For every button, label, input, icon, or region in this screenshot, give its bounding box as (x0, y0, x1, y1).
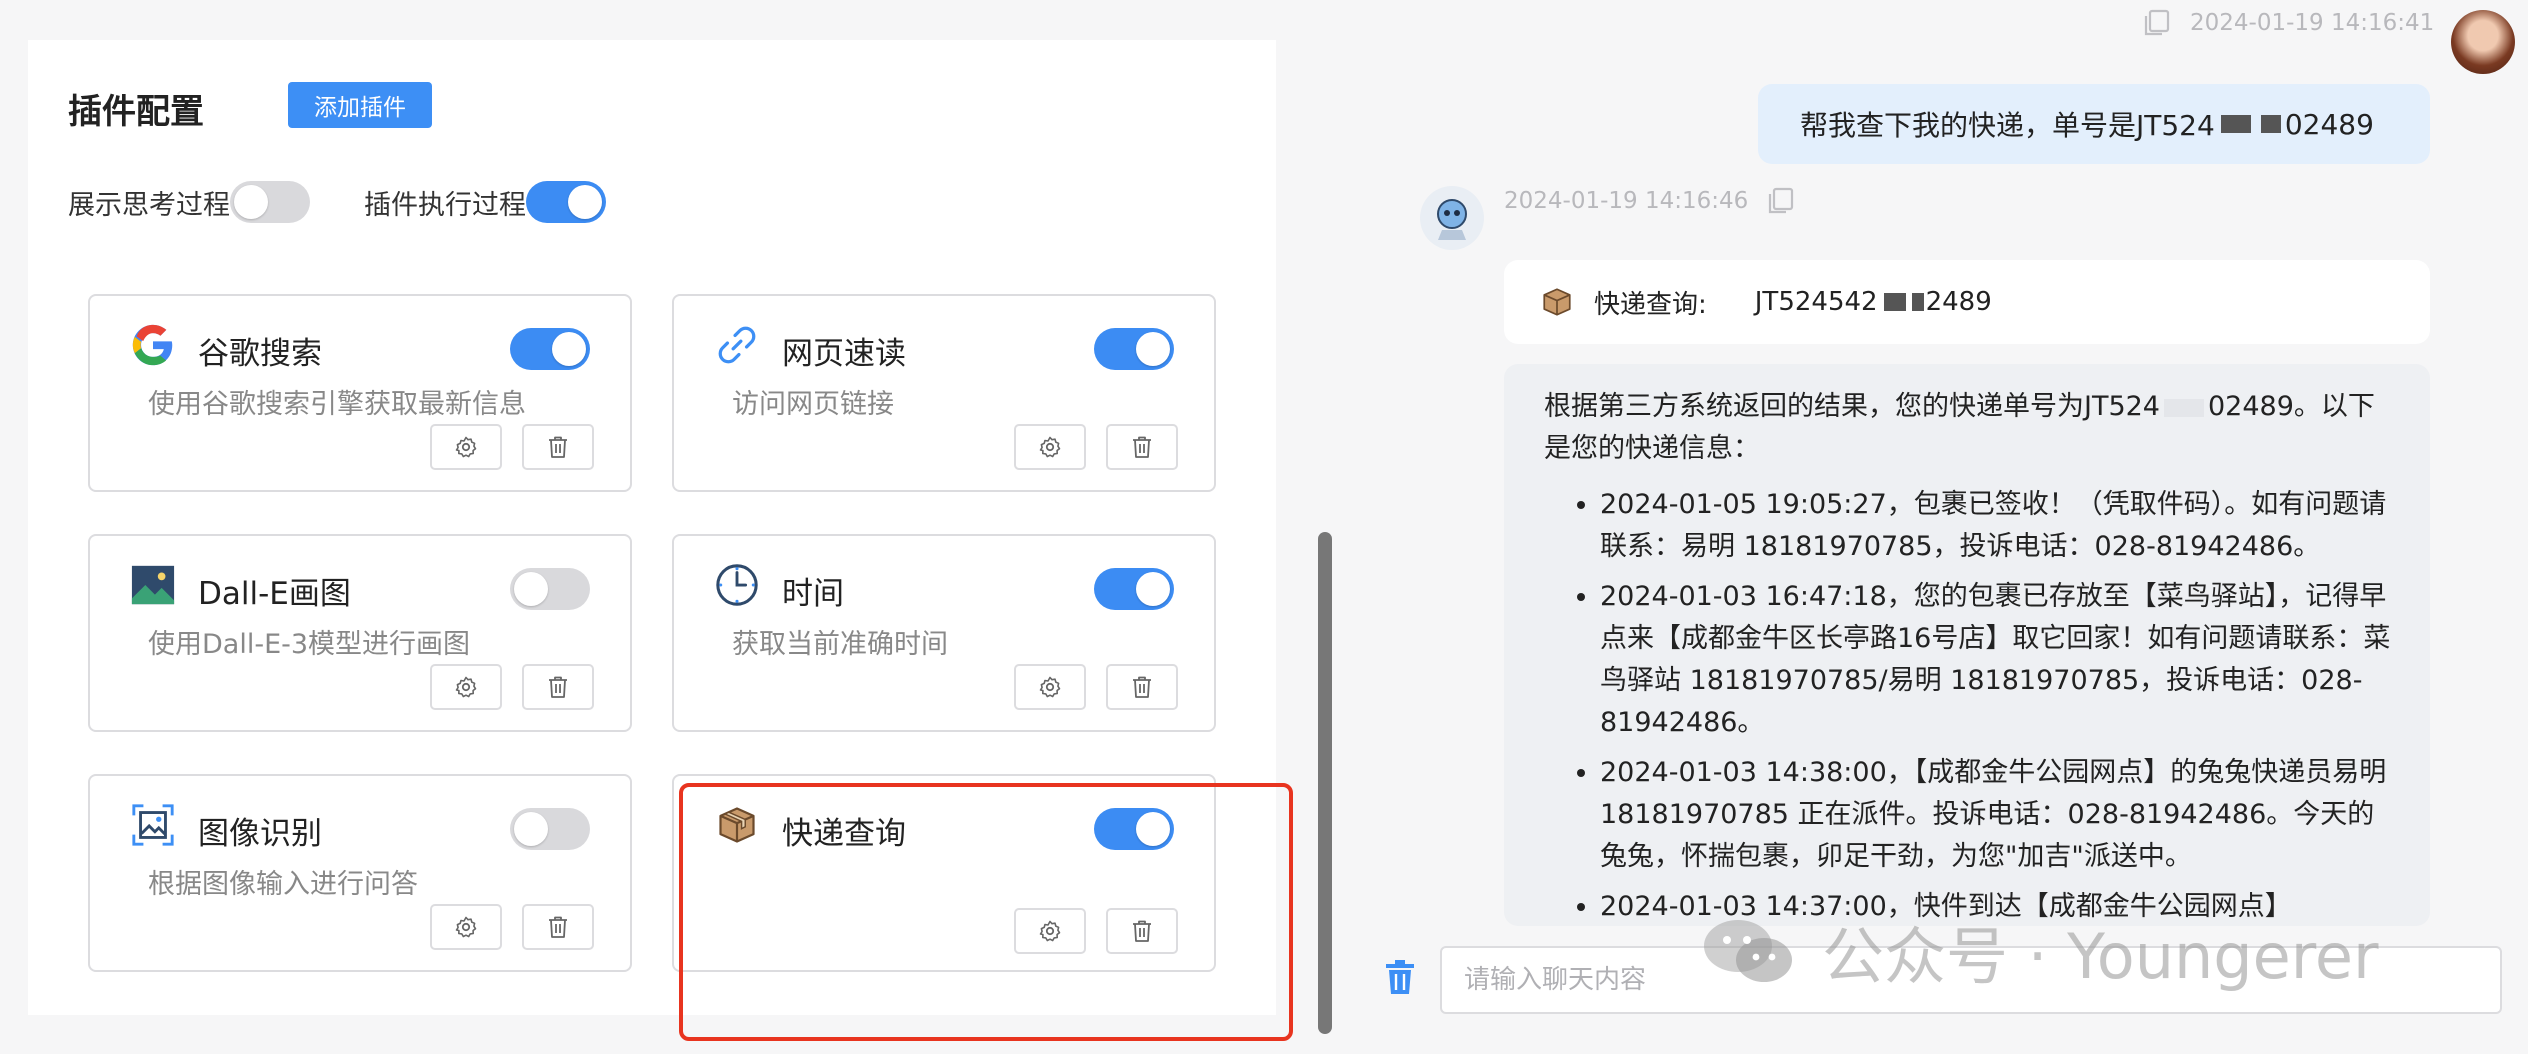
clear-chat-button[interactable] (1378, 952, 1422, 1002)
toggle-knob (514, 572, 548, 606)
bot-answer-bubble: 根据第三方系统返回的结果，您的快递单号为JT524 02489。以下是您的快递信息… (1504, 364, 2430, 926)
redaction-mark (1883, 293, 1906, 311)
gear-icon (455, 436, 477, 458)
plugin-enable-toggle[interactable] (1094, 568, 1174, 610)
gear-icon (1039, 436, 1061, 458)
user-message-bubble: 帮我查下我的快递，单号是JT524 02489 (1758, 84, 2430, 164)
toggle-knob (514, 812, 548, 846)
toggle-knob (552, 332, 586, 366)
plugin-card-image-recognition: 图像识别 根据图像输入进行问答 (88, 774, 632, 972)
show-thinking-label: 展示思考过程 (68, 189, 230, 221)
tool-value-a: JT524542 (1754, 287, 1878, 317)
gear-icon (455, 676, 477, 698)
plugin-description: 使用谷歌搜索引擎获取最新信息 (148, 389, 526, 420)
plugin-settings-button[interactable] (430, 424, 502, 470)
wechat-icon (1700, 916, 1796, 986)
gear-icon (455, 916, 477, 938)
plugin-exec-option: 插件执行过程 (364, 180, 606, 224)
plugin-delete-button[interactable] (522, 424, 594, 470)
google-icon (130, 322, 176, 368)
panel-title: 插件配置 (68, 92, 204, 132)
plugin-enable-toggle[interactable] (510, 808, 590, 850)
redaction-mark (2220, 115, 2251, 133)
plugin-description: 访问网页链接 (732, 389, 894, 420)
plugin-description: 使用Dall-E-3模型进行画图 (148, 629, 471, 660)
package-icon (1543, 288, 1571, 316)
show-thinking-option: 展示思考过程 (68, 180, 310, 224)
highlight-annotation-box (679, 783, 1293, 1041)
trash-icon (1133, 676, 1151, 698)
plugin-delete-button[interactable] (522, 904, 594, 950)
add-plugin-button[interactable]: 添加插件 (288, 82, 432, 128)
chat-scrollbar[interactable] (1318, 532, 1332, 1034)
plugin-delete-button[interactable] (1106, 664, 1178, 710)
trash-icon (549, 916, 567, 938)
plugin-name: 谷歌搜索 (198, 336, 322, 372)
link-icon (714, 322, 760, 368)
trash-icon (1386, 960, 1414, 994)
answer-intro: 根据第三方系统返回的结果，您的快递单号为JT524 02489。以下是您的快递信息… (1544, 386, 2400, 470)
clock-icon (714, 562, 760, 608)
plugin-card-web-reader: 网页速读 访问网页链接 (672, 294, 1216, 492)
tool-name: 快递查询: (1594, 289, 1707, 320)
toggle-knob (1136, 572, 1170, 606)
trash-icon (1133, 436, 1151, 458)
user-message-meta: 2024-01-19 14:16:41 (2142, 8, 2434, 38)
watermark-text: 公众号 · Youngerer (1822, 920, 2379, 993)
image-icon (130, 562, 176, 608)
redaction-mark (2164, 398, 2204, 417)
plugin-name: Dall-E画图 (198, 576, 351, 612)
plugin-card-dalle: Dall-E画图 使用Dall-E-3模型进行画图 (88, 534, 632, 732)
tracking-item: 2024-01-03 14:38:00，【成都金牛公园网点】的兔兔快递员易明 1… (1600, 752, 2400, 878)
plugin-settings-button[interactable] (430, 664, 502, 710)
user-message-text-b: 02489 (2284, 107, 2374, 141)
plugin-description: 获取当前准确时间 (732, 629, 948, 660)
plugin-settings-button[interactable] (1014, 664, 1086, 710)
redaction-mark (2260, 115, 2281, 133)
copy-icon[interactable] (2142, 8, 2172, 38)
plugin-description: 根据图像输入进行问答 (148, 869, 418, 900)
scan-image-icon (130, 802, 176, 848)
tracking-item: 2024-01-05 19:05:27，包裹已签收！（凭取件码）。如有问题请联系… (1600, 484, 2400, 568)
gear-icon (1039, 676, 1061, 698)
plugin-exec-label: 插件执行过程 (364, 189, 526, 221)
plugin-delete-button[interactable] (522, 664, 594, 710)
redaction-mark (1911, 293, 1924, 311)
trash-icon (549, 436, 567, 458)
trash-icon (549, 676, 567, 698)
plugin-name: 网页速读 (782, 336, 906, 372)
plugin-settings-button[interactable] (1014, 424, 1086, 470)
user-avatar (2451, 10, 2515, 74)
answer-intro-text-a: 根据第三方系统返回的结果，您的快递单号为JT524 (1544, 391, 2160, 422)
show-thinking-toggle[interactable] (230, 181, 310, 223)
plugin-enable-toggle[interactable] (1094, 328, 1174, 370)
copy-icon[interactable] (1766, 186, 1796, 216)
plugin-name: 图像识别 (198, 816, 322, 852)
plugin-delete-button[interactable] (1106, 424, 1178, 470)
bot-avatar (1420, 186, 1484, 250)
plugin-exec-toggle[interactable] (526, 181, 606, 223)
plugin-name: 时间 (782, 576, 844, 612)
toggle-knob (234, 185, 268, 219)
plugin-enable-toggle[interactable] (510, 328, 590, 370)
tool-value-b: 2489 (1925, 287, 1992, 317)
toggle-knob (568, 185, 602, 219)
plugin-card-google-search: 谷歌搜索 使用谷歌搜索引擎获取最新信息 (88, 294, 632, 492)
plugin-config-panel: 插件配置 添加插件 展示思考过程 插件执行过程 谷歌搜索 使用谷歌搜索引擎获取最… (28, 40, 1293, 1041)
bot-message-time: 2024-01-19 14:16:46 (1504, 188, 1749, 214)
user-message-text-a: 帮我查下我的快递，单号是JT524 (1800, 109, 2215, 142)
user-message-time: 2024-01-19 14:16:41 (2190, 10, 2435, 36)
toggle-knob (1136, 332, 1170, 366)
tracking-item: 2024-01-03 16:47:18，您的包裹已存放至【菜鸟驿站】，记得早点来… (1600, 576, 2400, 744)
plugin-enable-toggle[interactable] (510, 568, 590, 610)
watermark: 公众号 · Youngerer (1700, 906, 2379, 996)
plugin-card-time: 时间 获取当前准确时间 (672, 534, 1216, 732)
tracking-list: 2024-01-05 19:05:27，包裹已签收！（凭取件码）。如有问题请联系… (1544, 484, 2400, 926)
bot-message-meta: 2024-01-19 14:16:46 (1504, 186, 1796, 216)
tool-call-bubble: 快递查询: JT524542 2489 (1504, 260, 2430, 344)
plugin-settings-button[interactable] (430, 904, 502, 950)
